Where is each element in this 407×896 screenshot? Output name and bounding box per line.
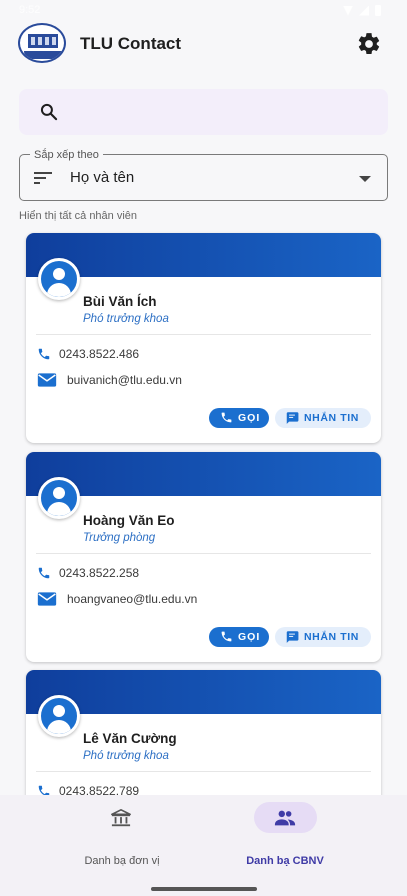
battery-icon <box>375 5 381 16</box>
search-input[interactable] <box>19 89 388 135</box>
dropdown-arrow-icon <box>359 176 371 182</box>
search-icon <box>40 103 58 121</box>
divider <box>36 334 371 335</box>
call-button-label: GỌI <box>238 631 261 643</box>
employee-card[interactable]: Bùi Văn Ích Phó trưởng khoa 0243.8522.48… <box>26 233 381 443</box>
card-header-band <box>26 452 381 496</box>
divider <box>36 553 371 554</box>
employee-phone[interactable]: 0243.8522.789 <box>59 784 139 795</box>
employee-phone[interactable]: 0243.8522.486 <box>59 347 139 361</box>
list-hint: Hiển thị tất cả nhân viên <box>19 210 138 222</box>
employee-role: Phó trưởng khoa <box>83 313 169 325</box>
card-header-band <box>26 233 381 277</box>
message-button[interactable]: NHẮN TIN <box>275 627 371 647</box>
call-button[interactable]: GỌI <box>209 627 269 647</box>
university-logo-icon <box>18 23 66 63</box>
bottom-navigation: Danh bạ đơn vị Danh bạ CBNV <box>0 795 407 896</box>
sort-dropdown[interactable]: Họ và tên <box>19 154 388 201</box>
home-indicator[interactable] <box>151 887 257 891</box>
message-button[interactable]: NHẮN TIN <box>275 408 371 428</box>
status-icons <box>343 5 381 16</box>
employee-role: Phó trưởng khoa <box>83 750 169 762</box>
nav-indicator <box>51 802 114 833</box>
message-button-label: NHẮN TIN <box>304 412 359 424</box>
employee-name: Hoàng Văn Eo <box>83 513 175 528</box>
employee-email[interactable]: buivanich@tlu.edu.vn <box>67 373 182 387</box>
screen: 9:52 TLU Contact Họ và tên Sắp xếp theo <box>0 0 407 896</box>
nav-label-staff-directory: Danh bạ CBNV <box>246 855 324 867</box>
phone-icon <box>38 785 50 795</box>
message-button-label: NHẮN TIN <box>304 631 359 643</box>
email-icon <box>37 592 57 606</box>
card-header-band <box>26 670 381 714</box>
avatar-icon <box>38 695 80 737</box>
status-bar: 9:52 <box>0 0 407 20</box>
nav-tab-staff-directory[interactable]: Danh bạ CBNV <box>203 795 406 875</box>
employee-card[interactable]: Lê Văn Cường Phó trưởng khoa 0243.8522.7… <box>26 670 381 795</box>
app-title: TLU Contact <box>80 34 182 53</box>
signal-icon <box>359 5 369 16</box>
avatar-icon <box>38 477 80 519</box>
people-icon <box>274 810 296 826</box>
phone-icon <box>38 348 50 360</box>
employee-email[interactable]: hoangvaneo@tlu.edu.vn <box>67 592 197 606</box>
sort-value: Họ và tên <box>70 169 135 186</box>
call-button[interactable]: GỌI <box>209 408 269 428</box>
employee-role: Trưởng phòng <box>83 532 156 544</box>
employee-card[interactable]: Hoàng Văn Eo Trưởng phòng 0243.8522.258 … <box>26 452 381 662</box>
email-icon <box>37 373 57 387</box>
phone-icon <box>38 567 50 579</box>
phone-icon <box>221 412 232 423</box>
employee-name: Lê Văn Cường <box>83 731 177 746</box>
divider <box>36 771 371 772</box>
phone-icon <box>221 631 232 642</box>
gear-icon[interactable] <box>356 31 382 57</box>
institution-icon <box>111 809 131 827</box>
chat-icon <box>286 412 299 424</box>
sort-label: Sắp xếp theo <box>30 149 103 161</box>
app-bar: TLU Contact <box>0 20 407 68</box>
chat-icon <box>286 631 299 643</box>
status-time: 9:52 <box>19 4 41 16</box>
sort-icon <box>34 172 52 184</box>
employee-name: Bùi Văn Ích <box>83 294 157 309</box>
wifi-icon <box>343 5 353 16</box>
employee-phone[interactable]: 0243.8522.258 <box>59 566 139 580</box>
call-button-label: GỌI <box>238 412 261 424</box>
avatar-icon <box>38 258 80 300</box>
employee-list[interactable]: Bùi Văn Ích Phó trưởng khoa 0243.8522.48… <box>0 225 407 795</box>
